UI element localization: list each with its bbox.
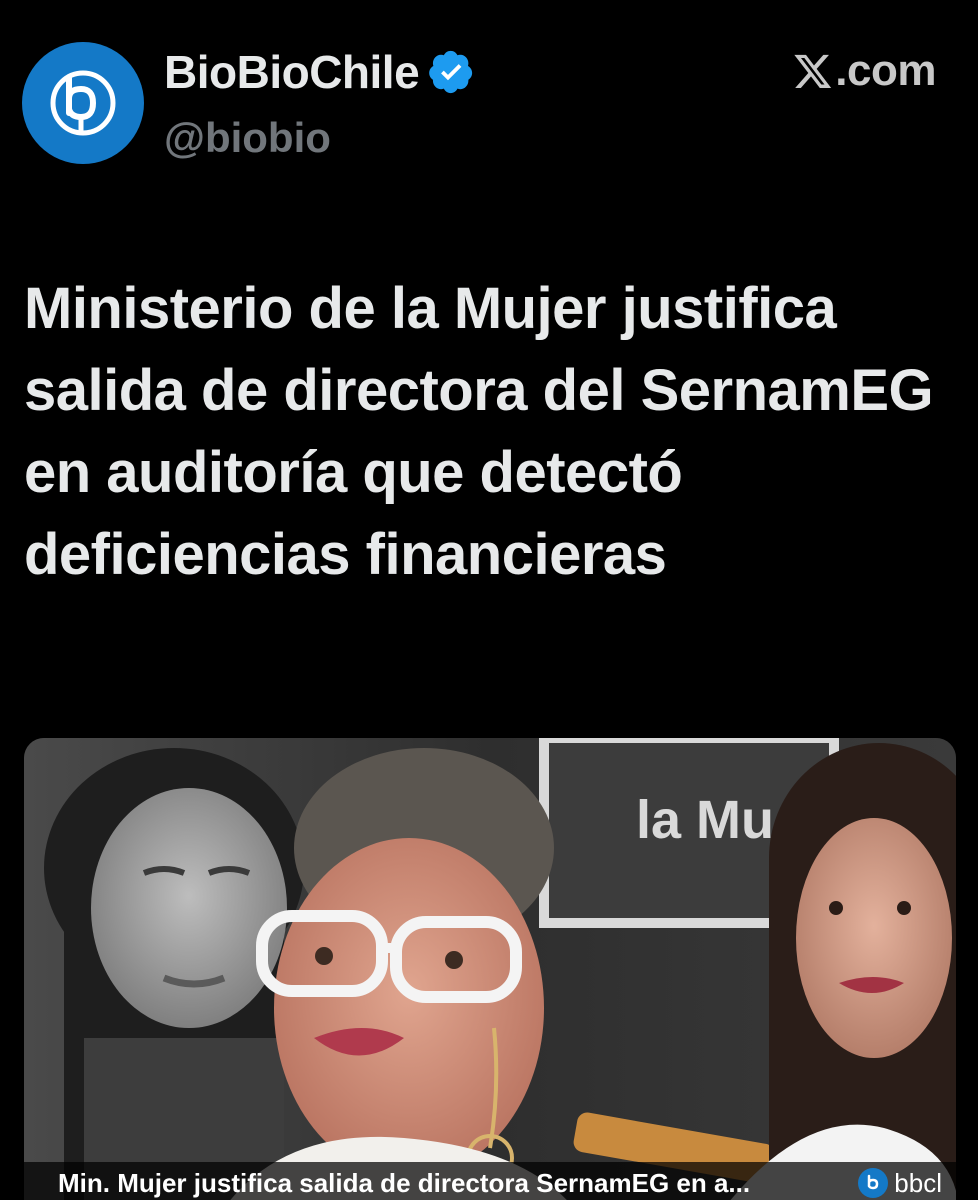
post-headline: Ministerio de la Mujer justifica salida … bbox=[24, 276, 934, 587]
verified-badge-icon bbox=[429, 50, 473, 94]
media-caption: Min. Mujer justifica salida de directora… bbox=[58, 1167, 751, 1198]
biobio-logo-icon bbox=[50, 70, 116, 136]
x-logo-icon bbox=[794, 54, 832, 88]
media-domain-text: bbcl bbox=[894, 1167, 942, 1198]
media-card[interactable]: la Mu Min. Mujer justifica salida de dir… bbox=[24, 738, 956, 1200]
site-label-text: .com bbox=[835, 46, 936, 95]
biobio-mini-logo-icon bbox=[858, 1168, 889, 1198]
account-handle[interactable]: @biobio bbox=[164, 114, 331, 162]
display-name[interactable]: BioBioChile bbox=[164, 45, 420, 99]
news-photo: la Mu bbox=[24, 738, 956, 1200]
post-screenshot: BioBioChile @biobio .com Ministerio de l… bbox=[0, 0, 978, 1200]
account-avatar[interactable] bbox=[22, 42, 144, 164]
media-domain: bbcl bbox=[858, 1162, 942, 1200]
site-label[interactable]: .com bbox=[793, 46, 936, 96]
post-header: BioBioChile @biobio .com bbox=[22, 42, 956, 172]
name-row: BioBioChile bbox=[164, 42, 475, 102]
media-caption-bar: Min. Mujer justifica salida de directora… bbox=[24, 1162, 956, 1200]
backdrop-sign-text: la Mu bbox=[636, 790, 774, 850]
